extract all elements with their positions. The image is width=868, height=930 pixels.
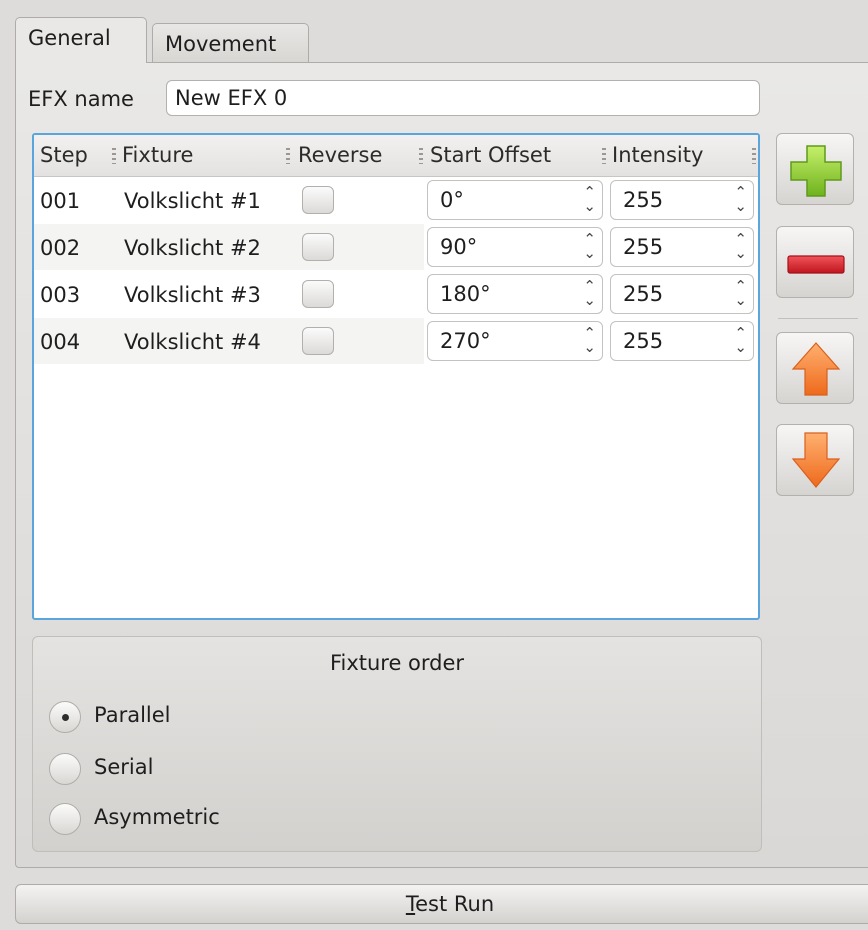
start-offset-value: 180° xyxy=(440,282,491,306)
reverse-checkbox[interactable] xyxy=(302,186,334,214)
start-offset-spinbox[interactable]: 90° ⌃ ⌄ xyxy=(427,227,603,267)
separator xyxy=(778,318,858,319)
column-resize-handle[interactable] xyxy=(112,148,116,164)
add-fixture-button[interactable] xyxy=(776,133,854,205)
start-offset-spinbox[interactable]: 270° ⌃ ⌄ xyxy=(427,321,603,361)
start-offset-value: 270° xyxy=(440,329,491,353)
intensity-value: 255 xyxy=(623,282,664,306)
reverse-checkbox[interactable] xyxy=(302,233,334,261)
move-up-button[interactable] xyxy=(776,332,854,404)
table-row[interactable]: 003 Volkslicht #3 xyxy=(34,271,424,317)
start-offset-value: 90° xyxy=(440,235,478,259)
fixture-cell: Volkslicht #3 xyxy=(124,283,261,307)
efx-name-input[interactable]: New EFX 0 xyxy=(166,80,760,116)
header-intensity[interactable]: Intensity xyxy=(612,143,703,167)
header-start-offset[interactable]: Start Offset xyxy=(430,143,551,167)
table-row[interactable]: 002 Volkslicht #2 xyxy=(34,224,424,270)
table-header: Step Fixture Reverse Start Offset Intens… xyxy=(34,135,758,177)
reverse-checkbox[interactable] xyxy=(302,327,334,355)
intensity-value: 255 xyxy=(623,188,664,212)
intensity-spinbox[interactable]: 255 ⌃ ⌄ xyxy=(610,274,754,314)
tab-movement[interactable]: Movement xyxy=(152,23,309,63)
step-cell: 001 xyxy=(40,189,81,213)
table-row[interactable]: 004 Volkslicht #4 xyxy=(34,318,424,364)
fixture-order-title: Fixture order xyxy=(329,651,465,675)
reverse-checkbox[interactable] xyxy=(302,280,334,308)
add-icon xyxy=(790,145,842,197)
radio-button[interactable] xyxy=(49,701,81,733)
step-cell: 004 xyxy=(40,330,81,354)
intensity-spinbox[interactable]: 255 ⌃ ⌄ xyxy=(610,321,754,361)
test-run-label: est Run xyxy=(415,892,495,916)
header-step[interactable]: Step xyxy=(40,143,88,167)
column-resize-handle[interactable] xyxy=(752,148,756,164)
step-cell: 002 xyxy=(40,236,81,260)
tab-movement-label: Movement xyxy=(165,32,277,56)
move-down-button[interactable] xyxy=(776,424,854,496)
efx-name-label: EFX name xyxy=(28,87,134,111)
radio-button[interactable] xyxy=(49,753,81,785)
parallel-label[interactable]: Parallel xyxy=(94,703,171,727)
intensity-value: 255 xyxy=(623,235,664,259)
intensity-spinbox[interactable]: 255 ⌃ ⌄ xyxy=(610,180,754,220)
test-run-button[interactable]: Test Run xyxy=(15,884,868,924)
column-resize-handle[interactable] xyxy=(602,148,606,164)
radio-dot-icon xyxy=(62,714,69,721)
arrow-up-icon xyxy=(791,342,841,396)
fixture-table[interactable]: Step Fixture Reverse Start Offset Intens… xyxy=(32,133,760,620)
tab-general-label: General xyxy=(28,26,111,50)
column-resize-handle[interactable] xyxy=(286,148,290,164)
radio-button[interactable] xyxy=(49,803,81,835)
fixture-cell: Volkslicht #4 xyxy=(124,330,261,354)
asymmetric-label[interactable]: Asymmetric xyxy=(94,805,220,829)
remove-fixture-button[interactable] xyxy=(776,226,854,298)
table-row[interactable]: 001 Volkslicht #1 xyxy=(34,177,424,223)
column-resize-handle[interactable] xyxy=(419,148,423,164)
start-offset-value: 0° xyxy=(440,188,464,212)
remove-icon xyxy=(787,255,845,274)
fixture-order-group: Fixture order Parallel Serial Asymmetric xyxy=(32,636,762,852)
serial-label[interactable]: Serial xyxy=(94,755,153,779)
header-fixture[interactable]: Fixture xyxy=(122,143,193,167)
test-run-mnemonic: T xyxy=(405,892,416,916)
arrow-down-icon xyxy=(791,432,841,488)
fixture-cell: Volkslicht #2 xyxy=(124,236,261,260)
intensity-spinbox[interactable]: 255 ⌃ ⌄ xyxy=(610,227,754,267)
tab-general[interactable]: General xyxy=(15,17,147,63)
start-offset-spinbox[interactable]: 180° ⌃ ⌄ xyxy=(427,274,603,314)
fixture-cell: Volkslicht #1 xyxy=(124,189,261,213)
header-reverse[interactable]: Reverse xyxy=(298,143,382,167)
start-offset-spinbox[interactable]: 0° ⌃ ⌄ xyxy=(427,180,603,220)
intensity-value: 255 xyxy=(623,329,664,353)
step-cell: 003 xyxy=(40,283,81,307)
